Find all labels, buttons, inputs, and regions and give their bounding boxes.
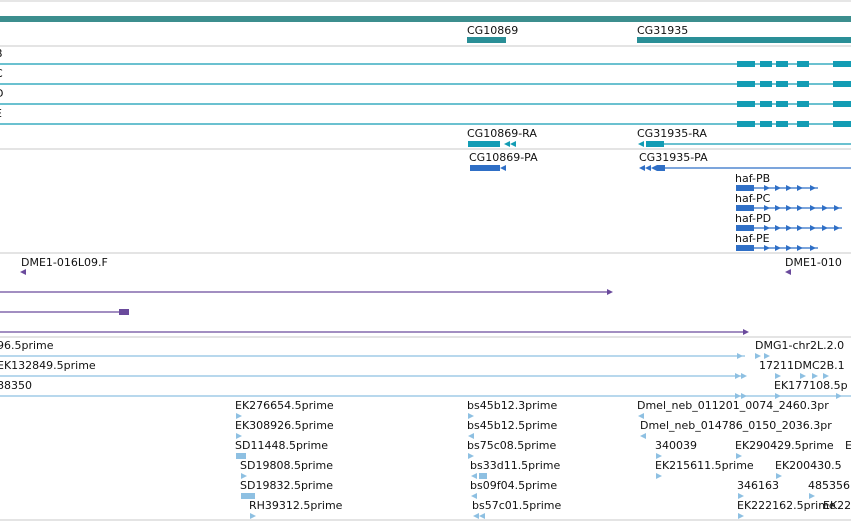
est-glyph[interactable] xyxy=(473,513,485,519)
protein-label[interactable]: haf-PB xyxy=(735,172,770,185)
protein-glyph[interactable] xyxy=(736,245,818,251)
est-label[interactable]: bs75c08.5prime xyxy=(467,439,557,452)
est-label[interactable]: EK177108.5p xyxy=(774,379,848,392)
est-glyph[interactable] xyxy=(656,473,662,479)
transcript-row-label: E xyxy=(0,107,2,120)
protein-glyph[interactable] xyxy=(736,225,842,231)
transcript-exons[interactable] xyxy=(737,61,851,127)
est-glyph[interactable] xyxy=(640,433,646,439)
est-label[interactable]: 88350 xyxy=(0,379,32,392)
protein-glyph[interactable] xyxy=(736,205,842,211)
transcript-row-label: B xyxy=(0,47,3,60)
protein-label[interactable]: CG31935-PA xyxy=(639,151,708,164)
est-label[interactable]: SD11448.5prime xyxy=(235,439,328,452)
est-label[interactable]: EK200430.5 xyxy=(775,459,842,472)
clone-end-glyph xyxy=(119,309,129,315)
est-label[interactable]: EK276654.5prime xyxy=(235,399,334,412)
clone-end-glyph[interactable] xyxy=(785,269,791,275)
transcript-glyph[interactable] xyxy=(468,141,516,147)
transcript-label[interactable]: CG31935-RA xyxy=(637,127,707,140)
protein-label[interactable]: CG10869-PA xyxy=(469,151,538,164)
clone-label[interactable]: DME1-010 xyxy=(785,256,842,269)
est-label[interactable]: E xyxy=(845,439,851,452)
gene-track: CG10869 CG31935 xyxy=(0,0,851,47)
protein-glyph[interactable] xyxy=(736,185,818,191)
est-label[interactable]: bs45b12.3prime xyxy=(467,399,557,412)
est-label[interactable]: Dmel_neb_014786_0150_2036.3pr xyxy=(640,419,832,432)
gene-region-bar[interactable] xyxy=(0,16,851,22)
genome-browser-tracks: CG10869 CG31935 B C D E CG10869-RA CG319… xyxy=(0,0,851,521)
est-label[interactable]: SD19808.5prime xyxy=(240,459,333,472)
clone-label[interactable]: DME1-016L09.F xyxy=(21,256,108,269)
transcript-track: B C D E CG10869-RA CG31935-RA xyxy=(0,47,851,150)
est-label[interactable]: 96.5prime xyxy=(0,339,54,352)
est-label[interactable]: bs45b12.5prime xyxy=(467,419,557,432)
est-glyph[interactable] xyxy=(250,513,256,519)
clone-end-glyph xyxy=(607,289,613,295)
est-label[interactable]: EK290429.5prime xyxy=(735,439,834,452)
est-label[interactable]: EK222162.5prime xyxy=(737,499,836,512)
est-label[interactable]: Dmel_neb_011201_0074_2460.3pr xyxy=(637,399,829,412)
est-label[interactable]: bs33d11.5prime xyxy=(470,459,560,472)
protein-label[interactable]: haf-PC xyxy=(735,192,771,205)
est-label[interactable]: EK132849.5prime xyxy=(0,359,96,372)
clone-end-glyph xyxy=(743,329,749,335)
est-label[interactable]: 17211DMC2B.1 xyxy=(759,359,845,372)
gene-label[interactable]: CG31935 xyxy=(637,24,688,37)
est-label[interactable]: SD19832.5prime xyxy=(240,479,333,492)
gene-label[interactable]: CG10869 xyxy=(467,24,518,37)
protein-track: CG10869-PA CG31935-PA haf-PB haf-PC haf-… xyxy=(0,151,851,254)
est-label[interactable]: DMG1-chr2L.2.0 xyxy=(755,339,844,352)
est-label[interactable]: 346163 xyxy=(737,479,779,492)
protein-label[interactable]: haf-PE xyxy=(735,232,770,245)
est-label[interactable]: bs57c01.5prime xyxy=(472,499,562,512)
protein-label[interactable]: haf-PD xyxy=(735,212,771,225)
clone-track: DME1-016L09.F DME1-010 xyxy=(0,256,851,338)
est-label[interactable]: EK215611.5prime xyxy=(655,459,754,472)
est-label[interactable]: bs09f04.5prime xyxy=(470,479,557,492)
est-label[interactable]: EK308926.5prime xyxy=(235,419,334,432)
transcript-label[interactable]: CG10869-RA xyxy=(467,127,537,140)
clone-end-glyph[interactable] xyxy=(20,269,26,275)
est-label[interactable]: 340039 xyxy=(655,439,697,452)
gene-glyph[interactable] xyxy=(467,37,506,43)
est-track: 96.5prime DMG1-chr2L.2.0 EK132849.5prime… xyxy=(0,339,851,521)
est-glyph[interactable] xyxy=(738,513,744,519)
est-label[interactable]: RH39312.5prime xyxy=(249,499,343,512)
transcript-row-label: D xyxy=(0,87,3,100)
gene-glyph[interactable] xyxy=(637,37,851,43)
protein-glyph[interactable] xyxy=(639,165,851,171)
transcript-glyph[interactable] xyxy=(638,141,851,147)
est-label[interactable]: 485356 xyxy=(808,479,850,492)
est-label[interactable]: EK222162.5prime3 xyxy=(823,499,851,512)
transcript-row-label: C xyxy=(0,67,3,80)
protein-glyph[interactable] xyxy=(470,165,506,171)
